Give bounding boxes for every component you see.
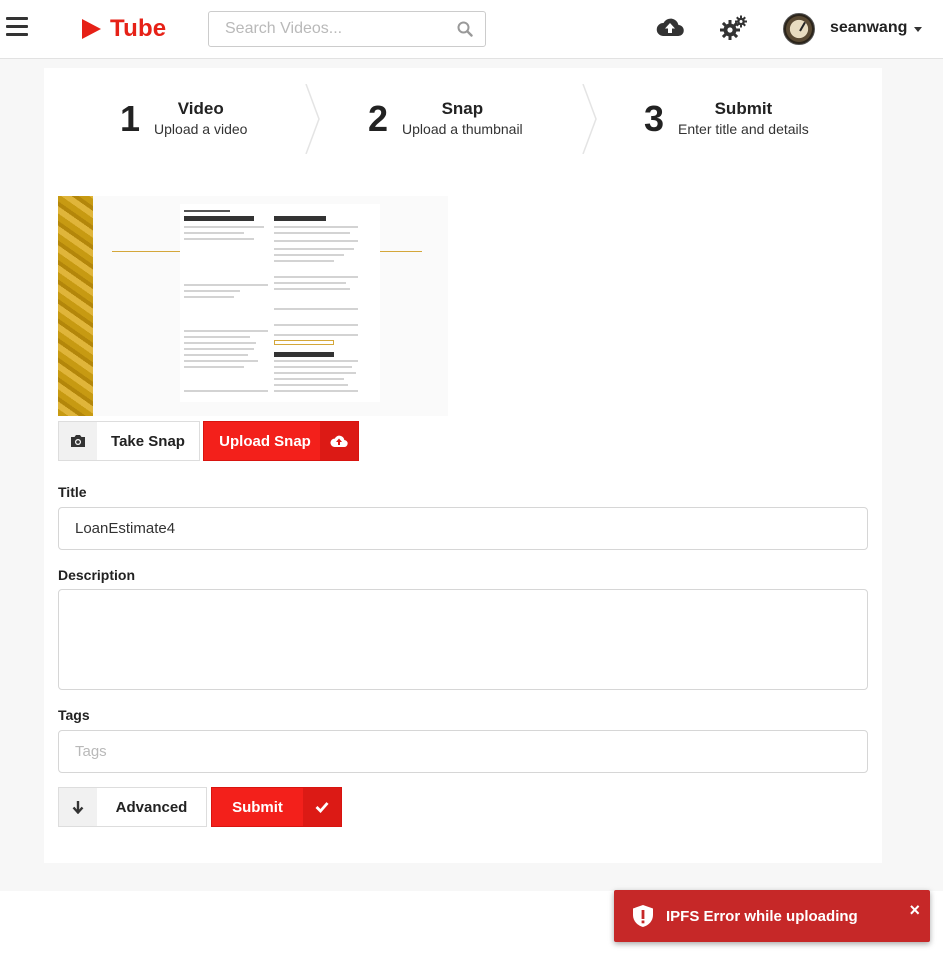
step-number: 1 — [120, 98, 141, 139]
cloud-upload-icon[interactable] — [656, 16, 684, 38]
arrow-down-icon — [72, 801, 84, 814]
upload-snap-label: Upload Snap — [219, 432, 311, 450]
check-icon — [315, 802, 329, 813]
step-title: Submit — [714, 99, 773, 118]
logo[interactable]: Tube — [80, 14, 166, 44]
stepper: 1 Video Upload a video 2 Snap Upload a t… — [44, 84, 882, 154]
advanced-label: Advanced — [115, 798, 188, 816]
logo-text: Tube — [110, 15, 167, 42]
title-input[interactable] — [58, 507, 868, 550]
step-subtitle: Upload a thumbnail — [402, 121, 523, 137]
camera-icon — [71, 435, 85, 447]
avatar[interactable] — [783, 13, 815, 45]
take-snap-button[interactable]: Take Snap — [58, 421, 200, 461]
submit-button[interactable]: Submit — [211, 787, 342, 827]
step-subtitle: Upload a video — [154, 121, 248, 137]
step-divider-icon — [305, 84, 320, 154]
gears-icon[interactable] — [720, 15, 748, 41]
upload-snap-button[interactable]: Upload Snap — [203, 421, 359, 461]
hamburger-icon[interactable] — [6, 17, 28, 37]
shield-alert-icon — [633, 905, 653, 927]
advanced-button[interactable]: Advanced — [58, 787, 207, 827]
step-video[interactable]: 1 Video Upload a video — [120, 84, 247, 154]
top-bar: Tube seanwang — [0, 0, 943, 59]
description-textarea[interactable] — [58, 589, 868, 690]
step-subtitle: Enter title and details — [678, 121, 809, 137]
thumbnail-gold-strip — [58, 196, 93, 416]
tags-label: Tags — [58, 707, 90, 723]
upload-snap-icon-box — [320, 422, 358, 460]
advanced-icon-box — [59, 788, 97, 826]
step-submit[interactable]: 3 Submit Enter title and details — [644, 84, 809, 154]
camera-icon-box — [59, 422, 97, 460]
tags-input[interactable] — [58, 730, 868, 773]
submit-icon-box — [303, 788, 341, 826]
thumbnail-document — [180, 204, 380, 402]
step-title: Snap — [441, 99, 484, 118]
step-divider-icon — [582, 84, 597, 154]
close-icon[interactable]: × — [909, 901, 920, 919]
chevron-down-icon[interactable] — [914, 27, 922, 32]
upload-card: 1 Video Upload a video 2 Snap Upload a t… — [44, 68, 882, 863]
play-logo-icon — [82, 19, 101, 39]
search-icon[interactable] — [457, 21, 473, 37]
search-input[interactable] — [209, 12, 449, 46]
title-label: Title — [58, 484, 87, 500]
thumbnail-preview — [58, 196, 448, 416]
description-label: Description — [58, 567, 136, 583]
error-toast: IPFS Error while uploading × — [614, 890, 930, 942]
step-number: 3 — [644, 98, 665, 139]
search-box — [208, 11, 486, 47]
toast-message: IPFS Error while uploading — [666, 907, 858, 925]
step-title: Video — [177, 99, 224, 118]
submit-label: Submit — [232, 798, 283, 816]
take-snap-label: Take Snap — [111, 432, 185, 450]
username[interactable]: seanwang — [830, 19, 907, 37]
cloud-upload-icon — [330, 435, 348, 448]
step-number: 2 — [368, 98, 389, 139]
step-snap[interactable]: 2 Snap Upload a thumbnail — [368, 84, 523, 154]
